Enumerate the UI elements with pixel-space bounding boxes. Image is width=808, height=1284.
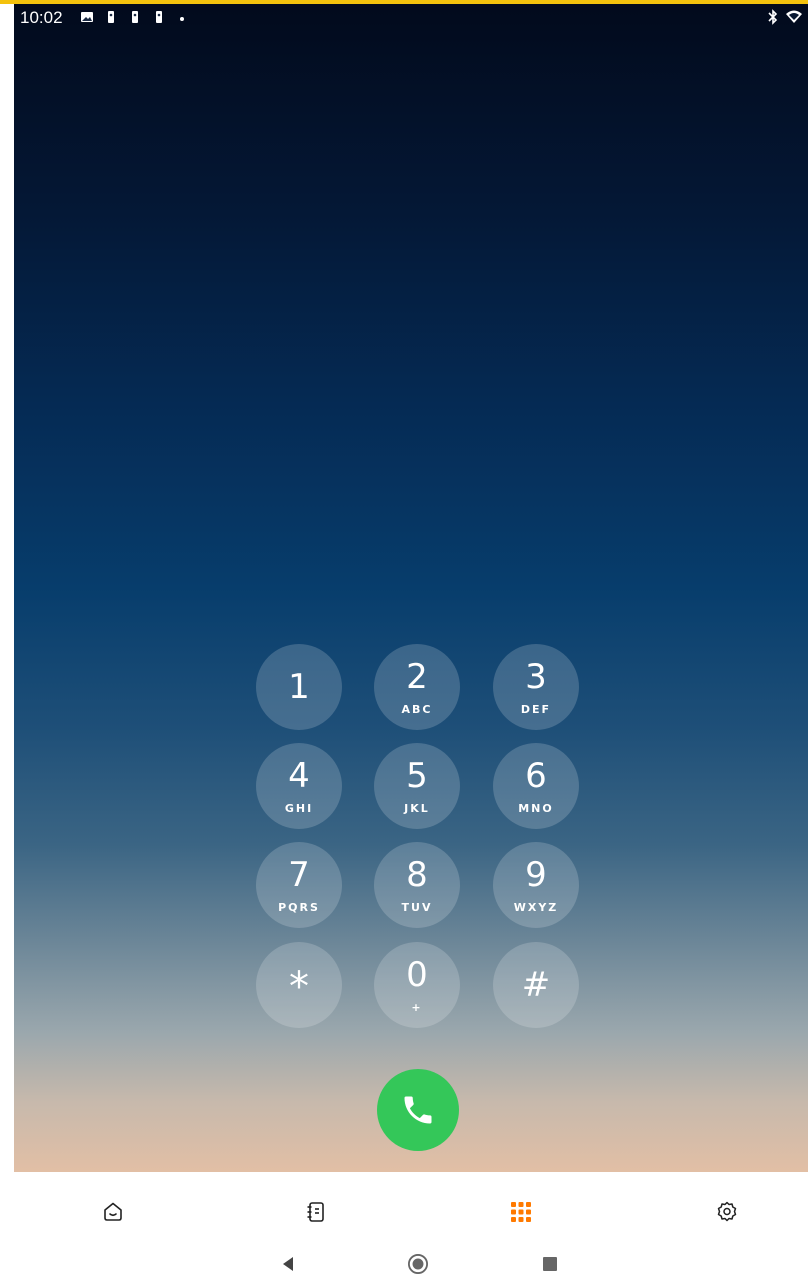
key-5[interactable]: 5 JKL: [374, 743, 460, 829]
key-4[interactable]: 4 GHI: [256, 743, 342, 829]
key-letters: WXYZ: [513, 901, 559, 914]
status-time: 10:02: [20, 8, 63, 27]
key-digit: #: [521, 965, 551, 1005]
key-letters: JKL: [404, 802, 430, 815]
home-icon[interactable]: [101, 1200, 125, 1224]
key-6[interactable]: 6 MNO: [493, 743, 579, 829]
key-8[interactable]: 8 TUV: [374, 842, 460, 928]
key-digit: 1: [288, 667, 310, 707]
key-digit: 6: [525, 756, 547, 796]
key-digit: 7: [288, 855, 310, 895]
key-digit: 4: [288, 756, 310, 796]
key-digit: 2: [406, 657, 428, 697]
key-letters: DEF: [520, 703, 552, 716]
key-letters: MNO: [518, 802, 554, 815]
settings-icon[interactable]: [715, 1200, 739, 1224]
keyhole-icon: [132, 11, 138, 23]
key-9[interactable]: 9 WXYZ: [493, 842, 579, 928]
key-letters: +: [411, 1001, 423, 1014]
key-digit: 0: [406, 955, 428, 995]
key-digit: 8: [406, 855, 428, 895]
key-0[interactable]: 0 +: [374, 942, 460, 1028]
key-1[interactable]: 1: [256, 644, 342, 730]
key-letters: PQRS: [278, 901, 320, 914]
call-button[interactable]: [377, 1069, 459, 1151]
status-bar: 10:02: [14, 4, 808, 34]
key-digit: *: [289, 964, 309, 1010]
keyhole-icon: [156, 11, 162, 23]
key-digit: 5: [406, 756, 428, 796]
image-icon: [81, 12, 93, 22]
key-7[interactable]: 7 PQRS: [256, 842, 342, 928]
key-digit: 3: [525, 657, 547, 697]
key-letters: ABC: [401, 703, 433, 716]
key-letters: TUV: [401, 901, 433, 914]
back-icon[interactable]: [278, 1254, 298, 1274]
contacts-icon[interactable]: [304, 1200, 328, 1224]
key-3[interactable]: 3 DEF: [493, 644, 579, 730]
phone-icon: [404, 1096, 432, 1124]
system-nav-bar: [0, 1248, 808, 1284]
keyhole-icon: [108, 11, 114, 23]
home-circle-icon[interactable]: [408, 1254, 428, 1274]
recents-icon[interactable]: [540, 1254, 560, 1274]
left-edge: [0, 0, 14, 1172]
bluetooth-icon: [768, 9, 778, 25]
dialpad-icon[interactable]: [509, 1200, 533, 1224]
key-hash[interactable]: #: [493, 942, 579, 1028]
key-letters: GHI: [284, 802, 314, 815]
key-star[interactable]: *: [256, 942, 342, 1028]
phone-screen: 10:02 1 2 ABC 3 DEF 4 GHI 5 JKL 6 MNO 7 …: [0, 0, 808, 1284]
bottom-nav: [0, 1172, 808, 1248]
wifi-icon: [786, 10, 802, 23]
key-digit: 9: [525, 855, 547, 895]
dot-icon: [180, 17, 184, 21]
key-2[interactable]: 2 ABC: [374, 644, 460, 730]
